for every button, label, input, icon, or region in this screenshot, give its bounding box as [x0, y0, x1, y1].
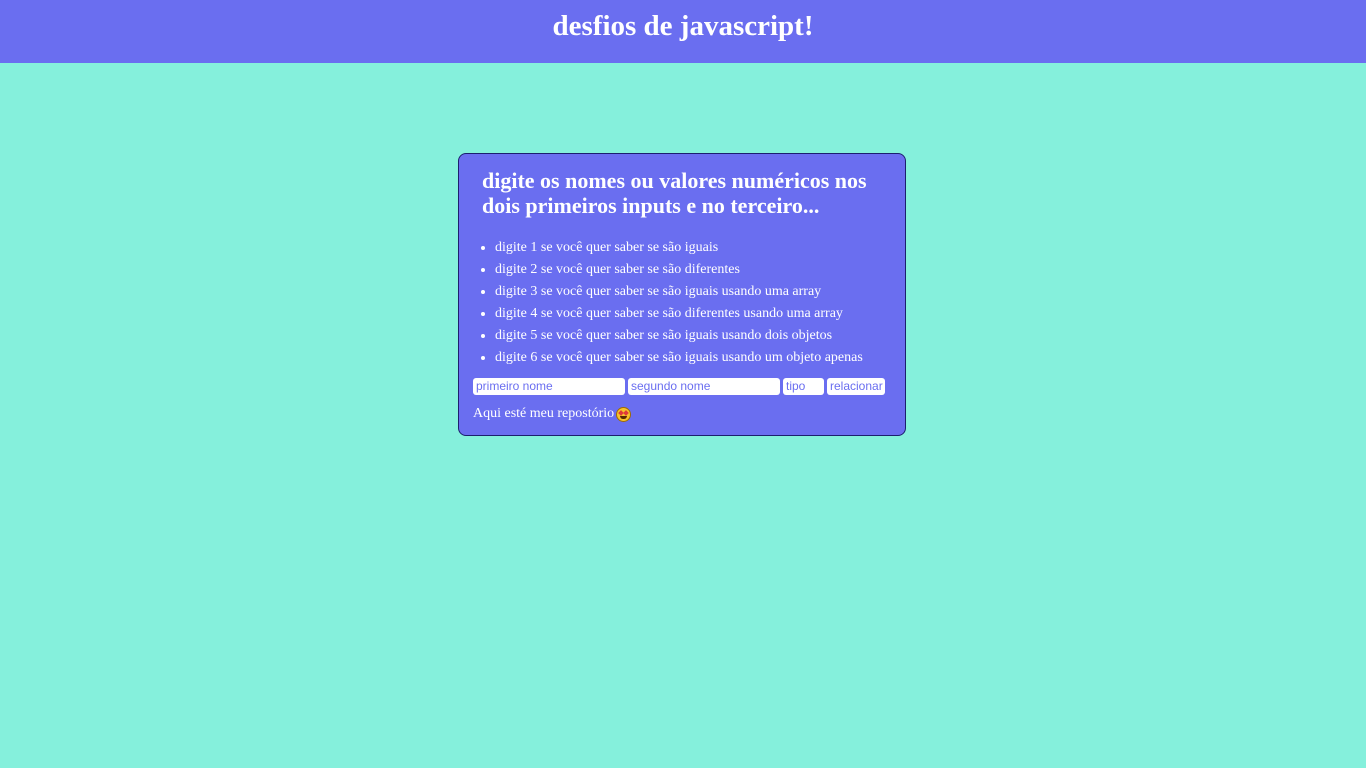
emoji-mouth [620, 415, 628, 419]
first-name-input[interactable] [473, 377, 625, 395]
instruction-item: digite 6 se você quer saber se são iguai… [495, 347, 863, 369]
page-header: desfios de javascript! [0, 0, 1366, 63]
input-controls: relacionar [473, 377, 888, 395]
instruction-item: digite 3 se você quer saber se são iguai… [495, 281, 863, 303]
card-heading: digite os nomes ou valores numéricos nos… [482, 168, 867, 218]
instructions-list: digite 1 se você quer saber se são iguai… [459, 237, 863, 369]
challenge-card: digite os nomes ou valores numéricos nos… [458, 153, 906, 436]
repository-link[interactable]: Aqui esté meu repostório [473, 405, 614, 423]
instruction-item: digite 5 se você quer saber se são iguai… [495, 325, 863, 347]
emoji-right-eye [623, 409, 629, 416]
second-name-input[interactable] [628, 377, 780, 395]
page-title: desfios de javascript! [552, 10, 814, 42]
repository-line: Aqui esté meu repostório [473, 405, 632, 423]
instruction-item: digite 4 se você quer saber se são difer… [495, 303, 863, 325]
star-struck-emoji-icon [616, 406, 632, 422]
type-input[interactable] [783, 377, 824, 395]
instruction-item: digite 2 se você quer saber se são difer… [495, 259, 863, 281]
relate-button[interactable]: relacionar [827, 377, 885, 395]
instruction-item: digite 1 se você quer saber se são iguai… [495, 237, 863, 259]
